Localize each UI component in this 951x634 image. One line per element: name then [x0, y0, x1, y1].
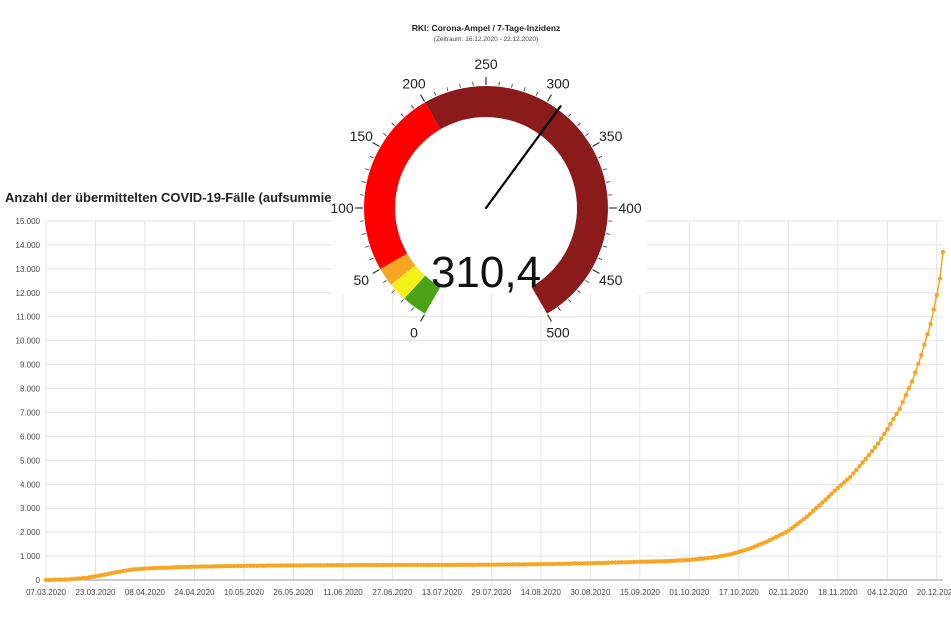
y-tick-label: 4.000: [20, 480, 41, 489]
data-point: [909, 379, 915, 384]
data-point: [863, 456, 868, 462]
data-point: [857, 464, 862, 469]
gauge-scale-label: 50: [354, 272, 370, 288]
covid-dashboard: Anzahl der übermittelten COVID-19-Fälle …: [5, 14, 951, 597]
x-tick-label: 20.12.2020: [917, 588, 951, 597]
gauge-scale-label: 450: [599, 272, 623, 288]
data-point: [928, 321, 933, 327]
x-tick-label: 29.07.2020: [471, 588, 512, 597]
y-tick-label: 12.000: [16, 289, 41, 298]
data-point: [940, 249, 946, 255]
x-tick-label: 02.11.2020: [769, 588, 809, 597]
y-tick-label: 8.000: [20, 385, 41, 394]
data-point: [866, 452, 871, 458]
data-point: [848, 474, 853, 480]
data-point: [931, 307, 936, 312]
y-tick-label: 5.000: [20, 456, 41, 465]
gauge-scale-label: 0: [410, 325, 418, 341]
x-tick-label: 01.10.2020: [669, 588, 710, 597]
gauge-scale-label: 400: [618, 200, 642, 216]
y-tick-label: 15.000: [16, 217, 41, 226]
x-tick-label: 08.04.2020: [125, 588, 166, 597]
y-tick-label: 13.000: [16, 265, 41, 274]
data-point: [922, 342, 927, 347]
gauge-scale-label: 200: [402, 75, 426, 91]
x-tick-label: 14.08.2020: [521, 588, 562, 597]
data-point: [851, 471, 856, 476]
data-point: [900, 399, 905, 405]
y-tick-label: 6.000: [20, 432, 41, 441]
data-point: [854, 467, 859, 473]
x-tick-label: 27.06.2020: [372, 588, 413, 597]
y-tick-label: 10.000: [16, 337, 41, 346]
y-tick-label: 11.000: [16, 313, 40, 322]
x-tick-label: 24.04.2020: [174, 588, 215, 597]
gauge-minor-tick: [557, 307, 561, 311]
y-axis-tick-labels: 0 1.000 2.000 3.000 4.000 5.000 6.000 7.000 8.00…: [16, 217, 41, 585]
data-point: [875, 441, 881, 446]
gauge-major-tick: [419, 314, 426, 322]
data-point: [872, 445, 878, 450]
x-tick-label: 10.05.2020: [224, 588, 265, 597]
gauge-minor-tick: [411, 307, 415, 311]
data-point: [878, 436, 884, 441]
data-point: [919, 352, 924, 358]
data-point: [937, 276, 943, 281]
y-tick-label: 14.000: [16, 241, 41, 250]
gauge-scale-label: 500: [546, 325, 570, 341]
gauge-scale-label: 100: [330, 200, 354, 216]
data-point: [916, 361, 921, 366]
gauge-value: 310,4: [431, 248, 541, 297]
data-point: [888, 421, 893, 427]
x-tick-label: 15.09.2020: [620, 588, 661, 597]
data-point: [885, 427, 890, 432]
gauge-scale-label: 300: [546, 75, 570, 91]
x-tick-label: 30.08.2020: [570, 588, 611, 597]
data-point: [891, 416, 896, 422]
data-point: [934, 293, 939, 298]
data-point: [869, 449, 875, 454]
gauge-minor-tick: [568, 299, 572, 303]
x-tick-label: 07.03.2020: [26, 588, 67, 597]
series-line: [45, 252, 944, 581]
gauge-scale-label: 150: [350, 128, 374, 144]
gauge-scale-label: 250: [474, 56, 498, 72]
y-tick-label: 1.000: [20, 552, 41, 561]
x-tick-label: 04.12.2020: [867, 588, 908, 597]
y-tick-label: 9.000: [20, 361, 41, 370]
y-tick-label: 0: [36, 576, 41, 585]
data-point: [897, 406, 902, 412]
x-axis-tick-labels: 07.03.2020 23.03.2020 08.04.2020 24.04.2020…: [26, 588, 951, 597]
y-tick-label: 7.000: [20, 408, 41, 417]
line-chart-title: Anzahl der übermittelten COVID-19-Fälle …: [5, 190, 345, 205]
gauge-subtitle: (Zeitraum: 16.12.2020 - 22.12.2020): [434, 36, 538, 43]
x-tick-label: 17.10.2020: [719, 588, 760, 597]
data-point: [882, 431, 887, 437]
data-point: [925, 332, 930, 337]
y-tick-label: 2.000: [20, 528, 41, 537]
data-point: [906, 386, 912, 391]
gauge-scale-label: 350: [599, 128, 623, 144]
gauge-major-tick: [546, 314, 553, 322]
x-tick-label: 13.07.2020: [422, 588, 463, 597]
data-point: [903, 392, 909, 398]
x-tick-label: 18.11.2020: [818, 588, 858, 597]
data-point: [913, 370, 918, 375]
y-tick-label: 3.000: [20, 504, 41, 513]
gauge-minor-tick: [400, 299, 404, 303]
x-tick-label: 23.03.2020: [75, 588, 116, 597]
data-point: [860, 460, 865, 465]
x-tick-label: 26.05.2020: [273, 588, 314, 597]
x-tick-label: 11.06.2020: [323, 588, 363, 597]
data-point: [894, 411, 899, 417]
gauge-title: RKI: Corona-Ampel / 7-Tage-Inzidenz: [412, 23, 561, 33]
